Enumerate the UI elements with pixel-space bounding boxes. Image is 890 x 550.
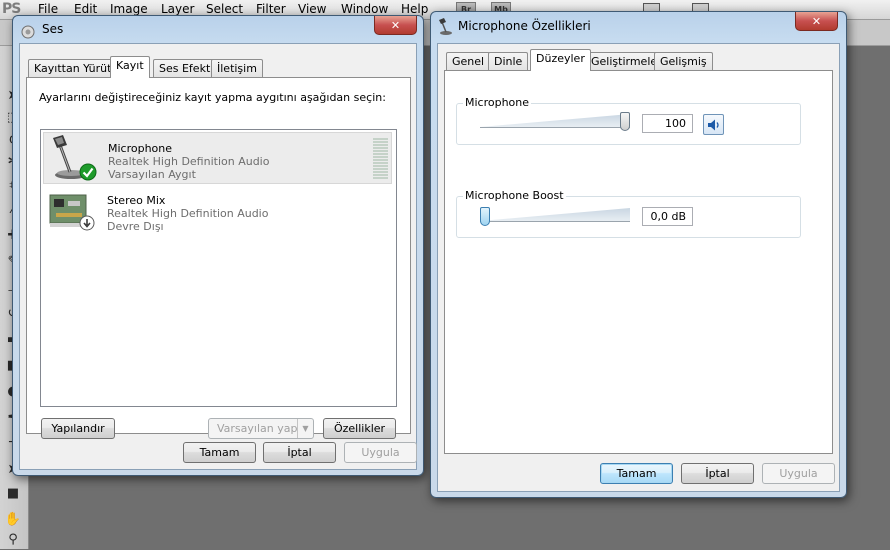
sound-dialog-client: Kayıttan Yürüt Kayıt Ses Efekti İletişim… xyxy=(19,43,417,470)
microphone-boost-value[interactable]: 0,0 dB xyxy=(642,207,693,226)
menu-help[interactable]: Help xyxy=(401,2,428,16)
window-title: Ses xyxy=(42,22,64,36)
mute-toggle-button[interactable] xyxy=(703,114,724,135)
set-default-button[interactable]: Varsayılan yap ▼ xyxy=(208,418,314,439)
cancel-button[interactable]: İptal xyxy=(263,442,336,463)
apply-button[interactable]: Uygula xyxy=(762,463,835,484)
device-name: Stereo Mix xyxy=(107,194,166,207)
menu-select[interactable]: Select xyxy=(206,2,243,16)
zoom-tool-icon[interactable]: ⚲ xyxy=(2,530,24,550)
menu-filter[interactable]: Filter xyxy=(256,2,286,16)
apply-button[interactable]: Uygula xyxy=(344,442,417,463)
check-mark-icon xyxy=(79,163,97,181)
microphone-title-icon xyxy=(439,18,452,35)
microphone-boost-group: Microphone Boost 0,0 dB xyxy=(456,189,801,238)
recording-device-list[interactable]: Microphone Realtek High Definition Audio… xyxy=(40,129,397,407)
microphone-level-slider[interactable] xyxy=(620,112,630,131)
tab-listen[interactable]: Dinle xyxy=(488,52,529,71)
tab-levels[interactable]: Düzeyler xyxy=(530,49,591,71)
close-button[interactable]: ✕ xyxy=(795,12,838,31)
tab-playback[interactable]: Kayıttan Yürüt xyxy=(28,59,118,78)
levels-page: Microphone 100 Microphone Boost 0,0 dB xyxy=(444,70,833,454)
hand-tool-icon[interactable]: ✋ xyxy=(2,510,24,530)
microphone-level-group: Microphone 100 xyxy=(456,96,801,145)
menu-image[interactable]: Image xyxy=(110,2,148,16)
menu-window[interactable]: Window xyxy=(341,2,388,16)
menu-layer[interactable]: Layer xyxy=(161,2,194,16)
tab-communications[interactable]: İletişim xyxy=(211,59,263,78)
window-title: Microphone Özellikleri xyxy=(458,19,591,33)
dropdown-arrow-icon[interactable]: ▼ xyxy=(297,419,313,438)
tab-sound-effects[interactable]: Ses Efekti xyxy=(153,59,220,78)
device-driver: Realtek High Definition Audio xyxy=(108,155,270,168)
close-icon: ✕ xyxy=(811,15,822,28)
level-meter xyxy=(373,138,388,180)
microphone-properties-dialog: Microphone Özellikleri ✕ Genel Dinle Düz… xyxy=(430,11,847,498)
device-item-stereo-mix[interactable]: Stereo Mix Realtek High Definition Audio… xyxy=(43,185,392,237)
tab-general[interactable]: Genel xyxy=(446,52,491,71)
cancel-button[interactable]: İptal xyxy=(681,463,754,484)
instruction-text: Ayarlarını değiştireceğiniz kayıt yapma … xyxy=(39,91,386,104)
device-item-microphone[interactable]: Microphone Realtek High Definition Audio… xyxy=(43,132,392,184)
disabled-arrow-icon xyxy=(79,215,95,231)
microphone-level-value[interactable]: 100 xyxy=(642,114,693,133)
device-name: Microphone xyxy=(108,142,173,155)
close-icon: ✕ xyxy=(390,19,401,32)
microphone-level-label: Microphone xyxy=(463,96,532,109)
configure-button[interactable]: Yapılandır xyxy=(41,418,115,439)
device-driver: Realtek High Definition Audio xyxy=(107,207,269,220)
microphone-dialog-client: Genel Dinle Düzeyler Geliştirmeler Geliş… xyxy=(437,43,840,492)
section-divider xyxy=(459,171,813,172)
properties-button[interactable]: Özellikler xyxy=(323,418,396,439)
device-status: Varsayılan Aygıt xyxy=(108,168,196,181)
close-button[interactable]: ✕ xyxy=(374,16,417,35)
menu-edit[interactable]: Edit xyxy=(74,2,97,16)
sound-dialog: Ses ✕ Kayıttan Yürüt Kayıt Ses Efekti İl… xyxy=(12,15,424,476)
recording-page: Ayarlarını değiştireceğiniz kayıt yapma … xyxy=(26,77,411,439)
microphone-boost-slider[interactable] xyxy=(480,207,490,226)
tab-advanced[interactable]: Gelişmiş xyxy=(654,52,713,71)
set-default-label: Varsayılan yap xyxy=(217,422,298,435)
shape-tool-icon[interactable]: ■ xyxy=(2,484,24,504)
microphone-boost-label: Microphone Boost xyxy=(463,189,566,202)
ok-button[interactable]: Tamam xyxy=(600,463,673,484)
menu-view[interactable]: View xyxy=(298,2,326,16)
ok-button[interactable]: Tamam xyxy=(183,442,256,463)
device-status: Devre Dışı xyxy=(107,220,164,233)
menu-file[interactable]: File xyxy=(38,2,58,16)
speaker-settings-icon xyxy=(21,25,35,39)
tab-recording[interactable]: Kayıt xyxy=(110,56,150,78)
speaker-icon xyxy=(708,119,719,131)
